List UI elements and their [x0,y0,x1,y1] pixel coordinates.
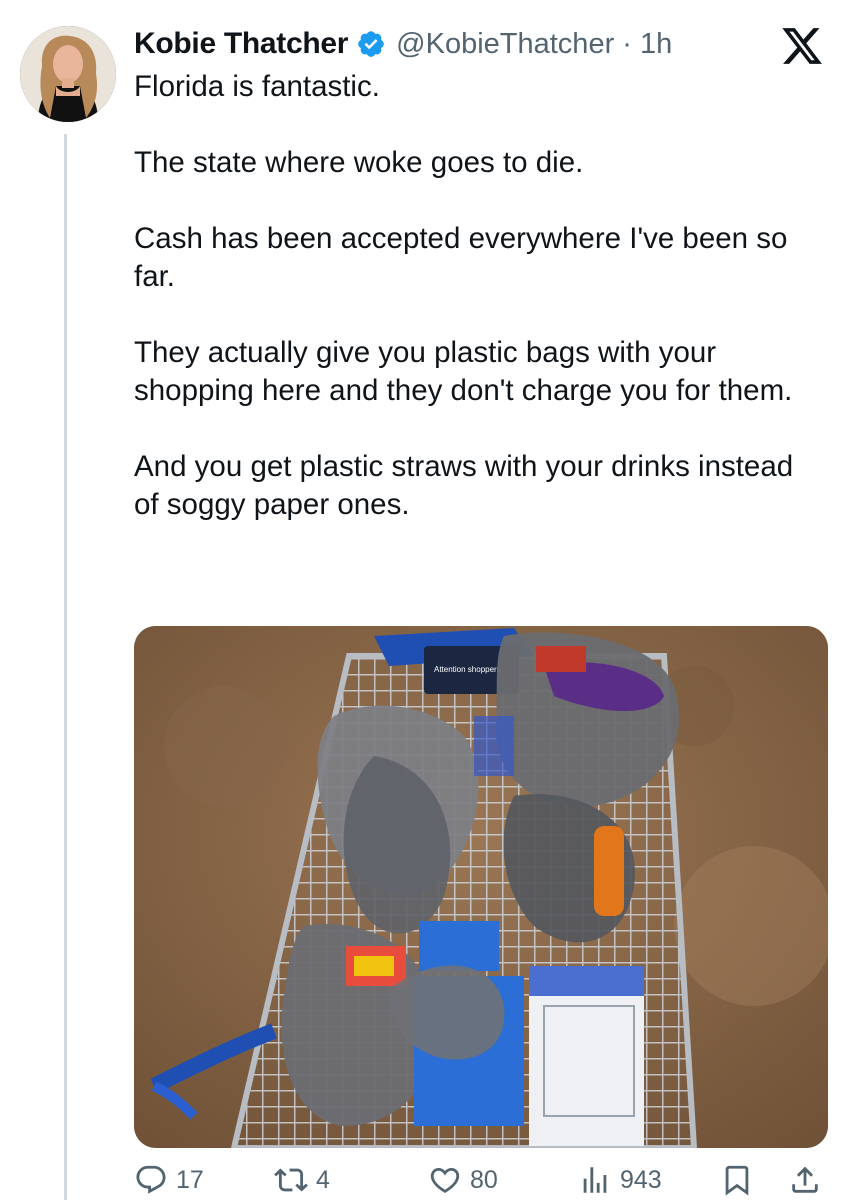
tweet-body: Florida is fantastic. The state where wo… [134,68,824,524]
tweet-action-bar: 17 4 80 943 [134,1160,828,1200]
like-button[interactable]: 80 [428,1160,498,1200]
repost-count: 4 [316,1165,330,1194]
repost-button[interactable]: 4 [274,1160,330,1200]
views-count: 943 [620,1165,662,1194]
x-logo-icon[interactable] [778,24,826,68]
tweet-paragraph: Cash has been accepted everywhere I've b… [134,222,788,293]
tweet-paragraph: The state where woke goes to die. [134,146,584,179]
author-handle-time[interactable]: @KobieThatcher · 1h [396,28,672,61]
thread-line [64,134,67,1200]
reply-count: 17 [176,1165,204,1194]
author-name[interactable]: Kobie Thatcher [134,27,348,61]
shopping-cart-photo: Attention shoppers [134,626,828,1148]
tweet-paragraph: They actually give you plastic bags with… [134,336,793,407]
avatar-photo [20,26,116,122]
tweet-header: Kobie Thatcher @KobieThatcher · 1h [134,22,672,66]
like-icon [430,1167,460,1193]
reply-button[interactable]: 17 [134,1160,204,1200]
tweet-photo[interactable]: Attention shoppers [134,626,828,1148]
share-button[interactable] [788,1160,822,1200]
cart-sign-text: Attention shoppers [434,665,501,674]
tweet-paragraph: And you get plastic straws with your dri… [134,450,794,521]
verified-badge-icon [358,31,384,57]
views-icon [583,1167,607,1193]
bookmark-button[interactable] [720,1160,754,1200]
bookmark-icon [725,1165,749,1196]
reply-icon [136,1165,166,1194]
author-avatar[interactable] [20,26,116,122]
views-button[interactable]: 943 [578,1160,662,1200]
repost-icon [274,1168,308,1192]
like-count: 80 [470,1165,498,1194]
tweet-paragraph: Florida is fantastic. [134,70,380,103]
share-icon [792,1166,818,1193]
